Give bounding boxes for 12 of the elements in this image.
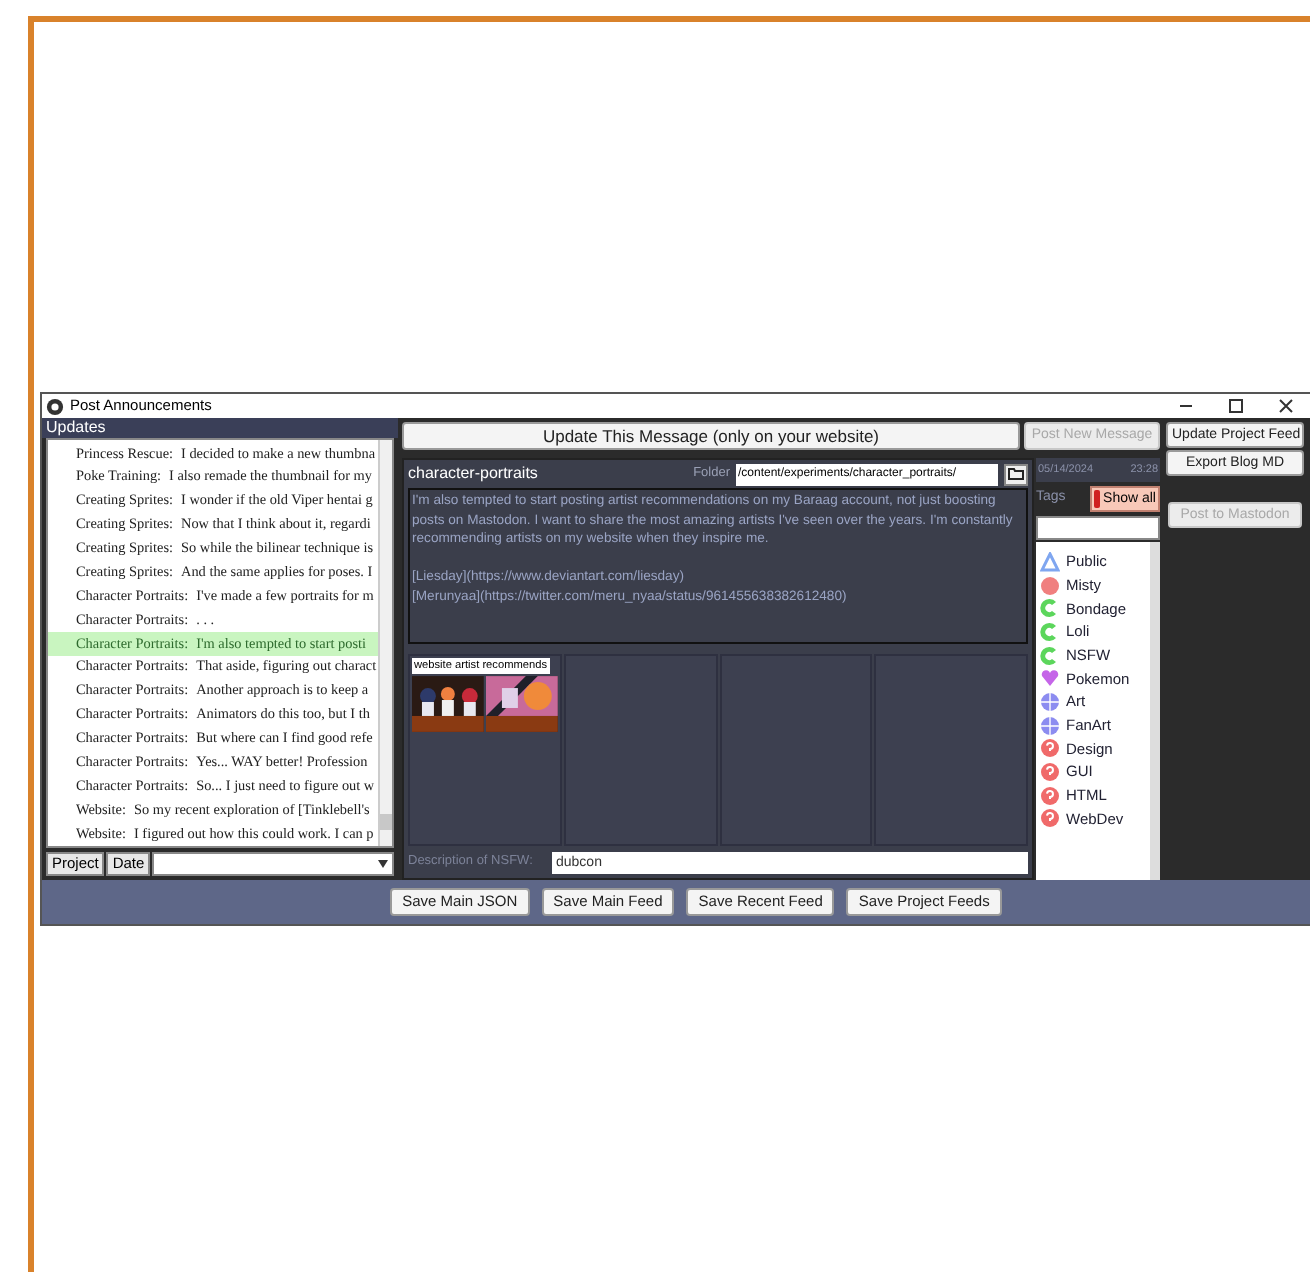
close-icon[interactable]: [1278, 398, 1294, 414]
folder-icon: [1008, 468, 1024, 480]
maximize-icon[interactable]: [1228, 398, 1244, 414]
folder-button[interactable]: [1004, 463, 1028, 485]
tag-search-field[interactable]: [1036, 516, 1160, 540]
panel-title: Updates: [42, 418, 398, 438]
message-body[interactable]: [408, 488, 1028, 644]
scrollbar[interactable]: [378, 440, 392, 846]
filter-dropdown[interactable]: [152, 852, 394, 876]
project-title: character-portraits: [408, 462, 538, 486]
caret-icon: [378, 860, 388, 868]
update-message-button[interactable]: Update This Message (only on your website): [402, 422, 1020, 450]
